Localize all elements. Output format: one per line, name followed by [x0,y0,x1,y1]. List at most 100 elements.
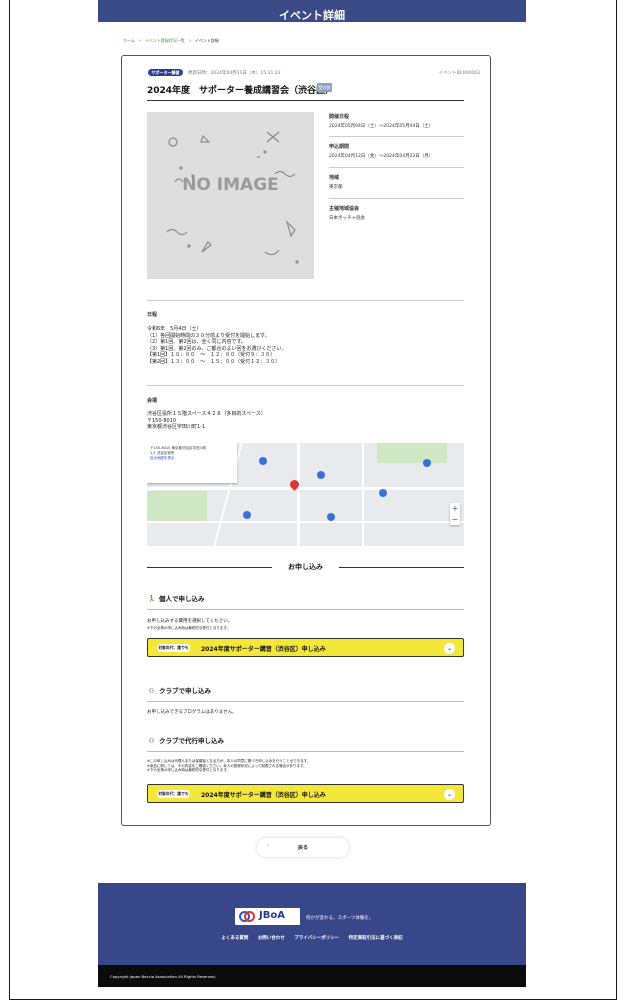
divider [147,385,464,386]
info-value: 2024年05月04日（土）〜2024年05月04日（土） [329,124,434,129]
schedule-text: 令和6年 5月4日（土） （1）各回開始時間の３０分前より受付を開始します。 （… [147,326,287,365]
target-age-badge: 対象年代：誰でも [157,644,190,652]
map-poi[interactable] [317,471,325,479]
map-park [147,491,207,521]
map-poi[interactable] [243,511,251,519]
page-title: イベント詳細 [279,9,345,22]
info-label: 地域 [329,175,340,181]
breadcrumb-event-list[interactable]: イベント登録状況一覧 [145,38,185,43]
back-button-label: 戻る [297,845,308,851]
divider [147,300,464,301]
venue-line: 東京都渋谷区宇田川町1-1 [147,424,206,430]
proxy-note-line: ※下の全角の申し込み時は最終的な受付となります。 [147,768,230,772]
group-icon: ⚇ [148,687,155,695]
proxy-apply-title: クラブで代行申し込み [159,737,224,745]
divider [329,198,464,199]
footer-link-faq[interactable]: よくある質問 [221,936,248,941]
no-image-text: NO IMAGE [182,175,279,195]
schedule-label: 日程 [147,312,158,318]
runner-icon: 🏃 [147,595,156,603]
updated-timestamp: 更新日時：2024年04月11日（木）15:11:22 [188,71,281,76]
event-detail-card: サポーター講習 更新日時：2024年04月11日（木）15:11:22 イベント… [121,55,491,826]
breadcrumb: ホーム > イベント登録状況一覧 > イベント詳細 [123,38,219,44]
venue-line: 渋谷区役所１５階スペース４２８（多目的スペース） [147,411,266,417]
info-label: 申込期間 [329,144,350,150]
venue-map[interactable]: 〒150-8010 東京都渋谷区宇田川町 1-1 渋谷区役所 拡大地図を表示 +… [147,443,464,546]
info-label: 開催日程 [329,114,350,120]
event-category-badge: サポーター講習 [148,69,183,76]
event-image-placeholder: NO IMAGE [147,112,314,279]
individual-apply-heading: 🏃 個人で申し込み [147,593,205,603]
back-button[interactable]: ‹ 戻る [257,838,349,857]
event-title: 2024年度 サポーター養成講習会（渋谷区） [147,86,335,96]
breadcrumb-current: イベント詳細 [194,38,219,43]
footer-link-legal[interactable]: 特定商取引法に基づく表記 [349,936,403,941]
map-poi[interactable] [423,459,431,467]
info-value: 日本ボッチャ協会 [329,216,365,221]
map-road [147,521,464,523]
chevron-down-icon[interactable]: ⌄ [444,789,455,800]
map-road [297,443,300,546]
placeholder-doodles [166,131,299,264]
info-label: 主催地域協会 [329,206,360,212]
group-icon: ⚇ [148,737,155,745]
individual-note: お申し込みする費用を選択してください。 [147,619,233,624]
proxy-apply-button[interactable]: 対象年代：誰でも 2024年度サポーター講習（渋谷区）申し込み ⌄ [147,784,464,803]
proxy-apply-heading: ⚇ クラブで代行申し込み [147,735,224,745]
venue-label: 会場 [147,398,158,404]
proxy-notes: ※この申し込みは代理人または保護者となる方が、本人の同意に基づき申し込みを行うこ… [147,759,310,773]
target-age-badge: 対象年代：誰でも [157,790,190,798]
status-badge: 受付前 [317,83,332,92]
map-zoom-in-button[interactable]: + [450,503,460,514]
application-section-header: お申し込み [147,562,464,572]
divider [147,751,464,752]
info-value: 2024年04月12日（金）〜2024年04月22日（月） [329,154,434,159]
map-poi[interactable] [379,489,387,497]
divider [329,136,464,137]
footer-link-privacy[interactable]: プライバシーポリシー [294,936,339,941]
club-apply-heading: ⚇ クラブで申し込み [147,685,211,695]
divider [147,100,464,101]
individual-apply-title: 個人で申し込み [159,595,205,603]
map-road [147,487,464,490]
map-poi[interactable] [259,457,267,465]
footer-links: よくある質問 お問い合わせ プライバシーポリシー 特定商取引法に基づく表記 [98,935,526,941]
logo-text: JBoA [259,910,285,921]
site-logo[interactable]: JBoA [235,908,300,925]
map-zoom-out-button[interactable]: − [450,514,460,525]
individual-apply-button[interactable]: 対象年代：誰でも 2024年度サポーター講習（渋谷区）申し込み ⌄ [147,638,464,657]
divider [147,609,464,610]
breadcrumb-separator: > [188,38,192,43]
individual-subnote: ※下の全角の申し込み時は最終的な受付となります。 [147,626,230,630]
map-park [377,443,447,463]
divider [339,567,464,568]
map-enlarge-link[interactable]: 拡大地図を表示 [150,456,234,461]
schedule-line: 【第1回】１０：００ 〜 １２：００（受付９：３０） [147,352,276,358]
breadcrumb-separator: > [138,38,142,43]
breadcrumb-home[interactable]: ホーム [123,38,135,43]
copyright-text: Copyright Japan Boccia Association All R… [110,974,217,979]
schedule-line: 【第2回】１３：００ 〜 １５：００（受付１２：３０） [147,358,281,365]
apply-button-label: 2024年度サポーター講習（渋谷区）申し込み [201,646,326,653]
logo-ring [244,911,255,922]
chevron-down-icon[interactable]: ⌄ [444,643,455,654]
venue-text: 渋谷区役所１５階スペース４２８（多目的スペース） 〒150-8010 東京都渋谷… [147,411,266,431]
site-footer: JBoA 何かが変わる。スポーツ体験を。 よくある質問 お問い合わせ プライバシ… [98,883,526,965]
event-id: イベントID:000003 [438,71,481,76]
map-zoom-controls: + − [450,503,460,525]
footer-tagline: 何かが変わる。スポーツ体験を。 [306,916,374,921]
info-value: 東京都 [329,185,343,190]
footer-link-contact[interactable]: お問い合わせ [258,936,285,941]
info-organizer: 主催地域協会 日本ボッチャ協会 [329,205,464,221]
club-note: お申し込みできるプログラムはありません。 [147,710,237,715]
map-info-window: 〒150-8010 東京都渋谷区宇田川町 1-1 渋谷区役所 拡大地図を表示 [147,443,237,483]
copyright-bar: Copyright Japan Boccia Association All R… [98,965,526,987]
apply-button-label: 2024年度サポーター講習（渋谷区）申し込み [201,792,326,799]
page-header: イベント詳細 [98,0,526,22]
map-poi[interactable] [327,513,335,521]
info-date: 開催日程 2024年05月04日（土）〜2024年05月04日（土） [329,113,464,129]
club-apply-title: クラブで申し込み [159,687,211,695]
divider [147,701,464,702]
info-region: 地域 東京都 [329,174,464,190]
proxy-note-line: ※この申し込みは代理人または保護者となる方が、本人の同意に基づき申し込みを行うこ… [147,759,311,763]
